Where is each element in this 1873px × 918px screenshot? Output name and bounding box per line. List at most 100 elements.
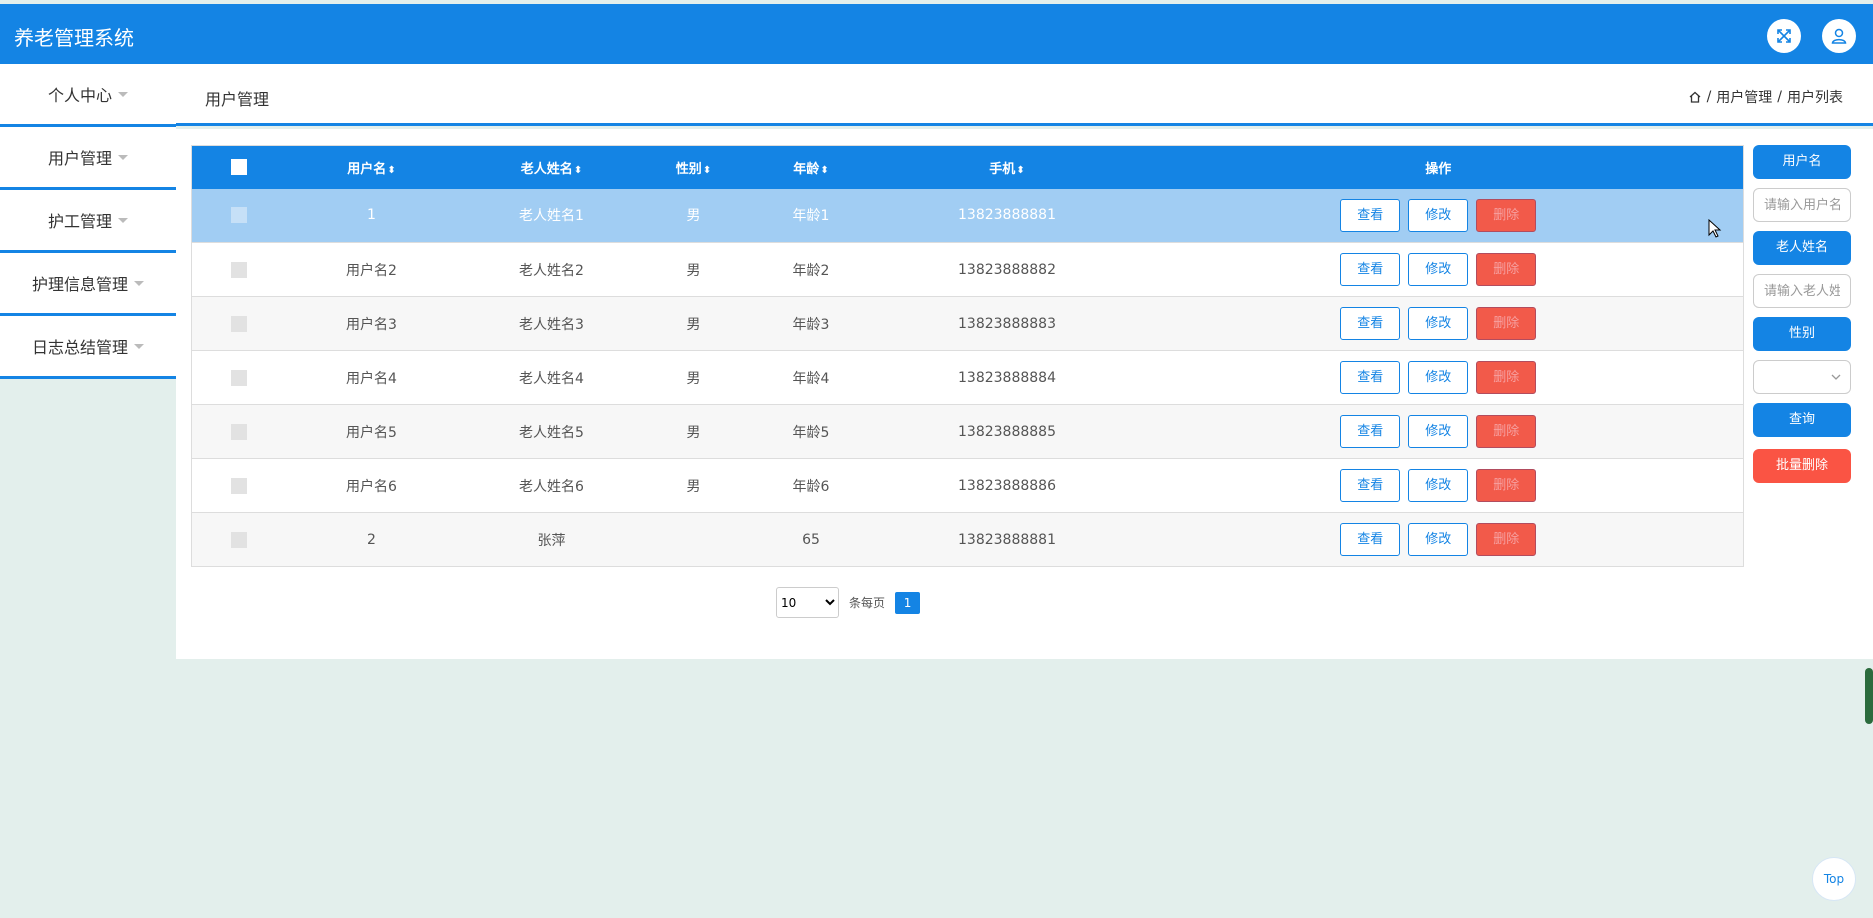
delete-button[interactable]: 删除: [1476, 198, 1537, 232]
row-checkbox[interactable]: [230, 207, 247, 224]
cell-age: 65: [741, 512, 881, 567]
top-bar: 养老管理系统: [0, 4, 1873, 64]
sidebar-item-care-info-management[interactable]: 护理信息管理: [0, 253, 176, 316]
delete-button[interactable]: 删除: [1476, 307, 1537, 340]
table-row[interactable]: 用户名5 老人姓名5 男 年龄5 13823888885 查看 修改 删除: [191, 404, 1744, 459]
cell-actions: 查看 修改 删除: [1133, 512, 1744, 567]
cell-gender: 男: [645, 242, 742, 297]
cell-phone: 13823888886: [880, 458, 1134, 513]
cell-elder-name: 老人姓名3: [457, 296, 646, 351]
table-row[interactable]: 用户名2 老人姓名2 男 年龄2 13823888882 查看 修改 删除: [191, 242, 1744, 297]
cell-actions: 查看 修改 删除: [1133, 350, 1744, 405]
select-all-checkbox[interactable]: [230, 159, 247, 176]
delete-button[interactable]: 删除: [1476, 415, 1537, 448]
cell-gender: 男: [645, 350, 742, 405]
delete-button[interactable]: 删除: [1476, 253, 1537, 286]
cell-age: 年龄1: [741, 188, 881, 243]
cell-phone: 13823888883: [880, 296, 1134, 351]
cell-username: 用户名5: [285, 404, 458, 459]
column-header-username[interactable]: 用户名⬍: [285, 145, 458, 189]
breadcrumb-item[interactable]: 用户管理: [1716, 87, 1772, 107]
cell-age: 年龄3: [741, 296, 881, 351]
page-size-select[interactable]: 10: [776, 587, 839, 618]
user-icon: [1831, 28, 1847, 44]
table-row[interactable]: 1 老人姓名1 男 年龄1 13823888881 查看 修改 删除: [191, 188, 1744, 243]
cell-age: 年龄5: [741, 404, 881, 459]
column-header-gender[interactable]: 性别⬍: [645, 145, 742, 189]
view-button[interactable]: 查看: [1340, 198, 1401, 232]
table-row[interactable]: 用户名4 老人姓名4 男 年龄4 13823888884 查看 修改 删除: [191, 350, 1744, 405]
sort-icon: ⬍: [1016, 164, 1025, 176]
query-button[interactable]: 查询: [1753, 403, 1851, 437]
edit-button[interactable]: 修改: [1408, 253, 1469, 286]
view-button[interactable]: 查看: [1340, 469, 1401, 502]
batch-delete-button[interactable]: 批量删除: [1753, 449, 1851, 483]
page-header: 用户管理 / 用户管理 / 用户列表: [176, 64, 1873, 126]
cell-username: 1: [285, 188, 458, 243]
gender-filter-label: 性别: [1753, 317, 1851, 351]
page-scrollbar-thumb[interactable]: [1865, 668, 1873, 724]
edit-button[interactable]: 修改: [1408, 307, 1469, 340]
breadcrumb-separator: /: [1706, 89, 1712, 105]
username-search-input[interactable]: [1753, 188, 1851, 222]
table-row[interactable]: 用户名6 老人姓名6 男 年龄6 13823888886 查看 修改 删除: [191, 458, 1744, 513]
chevron-down-icon: [1831, 374, 1841, 380]
pagination: 10 条每页 1: [776, 587, 921, 618]
delete-button[interactable]: 删除: [1476, 361, 1537, 394]
mouse-cursor-icon: [1708, 219, 1722, 238]
sidebar-item-personal-center[interactable]: 个人中心: [0, 64, 176, 127]
edit-button[interactable]: 修改: [1408, 361, 1469, 394]
caret-down-icon: [134, 343, 144, 349]
column-header-elder-name[interactable]: 老人姓名⬍: [457, 145, 646, 189]
fullscreen-button[interactable]: [1767, 19, 1801, 53]
cell-elder-name: 老人姓名2: [457, 242, 646, 297]
per-page-label: 条每页: [849, 596, 886, 610]
view-button[interactable]: 查看: [1340, 415, 1401, 448]
row-checkbox[interactable]: [230, 477, 247, 494]
user-menu-button[interactable]: [1822, 19, 1856, 53]
table-row[interactable]: 2 张萍 65 13823888881 查看 修改 删除: [191, 512, 1744, 567]
delete-button[interactable]: 删除: [1476, 469, 1537, 502]
sort-icon: ⬍: [820, 164, 829, 176]
edit-button[interactable]: 修改: [1408, 198, 1469, 232]
sidebar-item-user-management[interactable]: 用户管理: [0, 127, 176, 190]
cell-phone: 13823888885: [880, 404, 1134, 459]
row-checkbox[interactable]: [230, 261, 247, 278]
user-table: 用户名⬍ 老人姓名⬍ 性别⬍ 年龄⬍ 手机⬍ 操作 1 老人姓名1 男 年龄1 …: [191, 145, 1744, 567]
table-row[interactable]: 用户名3 老人姓名3 男 年龄3 13823888883 查看 修改 删除: [191, 296, 1744, 351]
column-header-phone[interactable]: 手机⬍: [880, 145, 1134, 189]
view-button[interactable]: 查看: [1340, 253, 1401, 286]
column-header-age[interactable]: 年龄⬍: [741, 145, 881, 189]
edit-button[interactable]: 修改: [1408, 415, 1469, 448]
row-checkbox[interactable]: [230, 531, 247, 548]
edit-button[interactable]: 修改: [1408, 469, 1469, 502]
view-button[interactable]: 查看: [1340, 307, 1401, 340]
cell-gender: 男: [645, 296, 742, 351]
cell-actions: 查看 修改 删除: [1133, 242, 1744, 297]
cell-elder-name: 老人姓名1: [457, 188, 646, 243]
cell-age: 年龄6: [741, 458, 881, 513]
breadcrumb-item: 用户列表: [1787, 90, 1843, 106]
edit-button[interactable]: 修改: [1408, 523, 1469, 556]
sidebar-item-label: 护理信息管理: [31, 275, 128, 294]
row-checkbox[interactable]: [230, 369, 247, 386]
cell-phone: 13823888881: [880, 188, 1134, 243]
delete-button[interactable]: 删除: [1476, 523, 1537, 556]
back-to-top-button[interactable]: Top: [1812, 857, 1856, 901]
cell-actions: 查看 修改 删除: [1133, 458, 1744, 513]
sidebar-item-log-summary-management[interactable]: 日志总结管理: [0, 316, 176, 379]
cell-actions: 查看 修改 删除: [1133, 188, 1744, 243]
gender-select[interactable]: [1753, 360, 1851, 394]
view-button[interactable]: 查看: [1340, 523, 1401, 556]
row-checkbox[interactable]: [230, 315, 247, 332]
view-button[interactable]: 查看: [1340, 361, 1401, 394]
row-checkbox[interactable]: [230, 423, 247, 440]
cell-elder-name: 老人姓名6: [457, 458, 646, 513]
page-number-current[interactable]: 1: [895, 591, 921, 614]
breadcrumb: / 用户管理 / 用户列表: [1688, 87, 1843, 107]
cell-username: 用户名4: [285, 350, 458, 405]
elder-name-search-input[interactable]: [1753, 274, 1851, 308]
cell-elder-name: 老人姓名4: [457, 350, 646, 405]
sidebar-item-caregiver-management[interactable]: 护工管理: [0, 190, 176, 253]
home-icon[interactable]: [1688, 90, 1702, 104]
